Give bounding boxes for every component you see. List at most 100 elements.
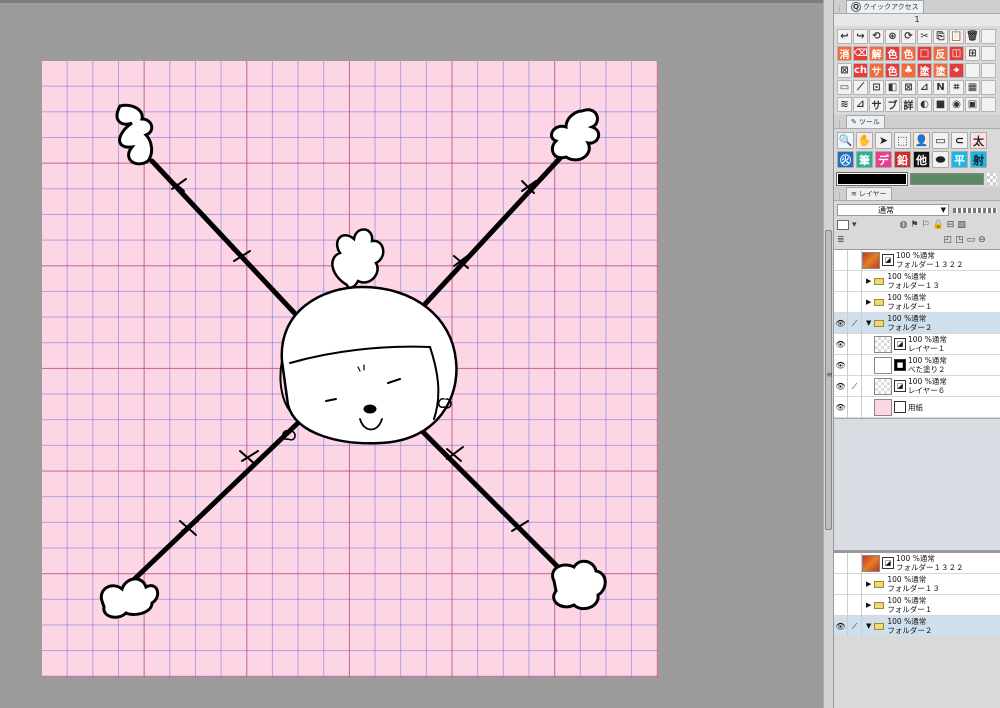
- tool-button[interactable]: 👤: [913, 132, 930, 149]
- quick-access-button[interactable]: ⌗: [949, 80, 964, 95]
- tool-button[interactable]: 太: [970, 132, 987, 149]
- sub-color-swatch[interactable]: [910, 173, 985, 185]
- quick-access-button[interactable]: ⊿: [917, 80, 932, 95]
- tool-button[interactable]: 筆: [856, 151, 873, 168]
- quick-access-button[interactable]: 塗: [933, 63, 948, 78]
- quick-access-button[interactable]: ↩: [837, 29, 852, 44]
- resize-grip-icon[interactable]: ≡: [826, 370, 833, 379]
- quick-access-button[interactable]: [981, 97, 996, 112]
- tool-button[interactable]: デ: [875, 151, 892, 168]
- eye-icon[interactable]: [834, 552, 848, 574]
- quick-access-button[interactable]: 色: [885, 46, 900, 61]
- layer-row[interactable]: ▶ 100 %通常 フォルダー１: [834, 291, 1000, 313]
- dropdown-icon[interactable]: ▾: [852, 220, 857, 230]
- lock-icon[interactable]: 🔒: [933, 220, 944, 230]
- quick-access-button[interactable]: ⟳: [901, 29, 916, 44]
- lock-alpha-icon[interactable]: ⊟: [947, 220, 955, 230]
- scrollbar-thumb[interactable]: [825, 230, 832, 530]
- tool-button[interactable]: 射: [970, 151, 987, 168]
- quick-access-button[interactable]: ◧: [885, 80, 900, 95]
- layer-row[interactable]: 👁 ◪ 100 %通常 レイヤー１: [834, 333, 1000, 355]
- layer-lock-cell[interactable]: ⟋: [848, 615, 862, 637]
- quick-access-button[interactable]: ⟋: [853, 80, 868, 95]
- quick-access-button[interactable]: ⊠: [901, 80, 916, 95]
- layer-lock-cell[interactable]: ⟋: [848, 375, 862, 397]
- quick-access-button[interactable]: ♣: [901, 63, 916, 78]
- quick-access-button[interactable]: ブ: [885, 97, 900, 112]
- eye-icon[interactable]: 👁: [834, 354, 848, 376]
- layer-row[interactable]: 👁 ⟋ ▼ 100 %通常 フォルダー２: [834, 615, 1000, 637]
- main-color-swatch[interactable]: [835, 172, 909, 186]
- quick-access-button[interactable]: ◉: [949, 97, 964, 112]
- eye-icon[interactable]: 👁: [834, 333, 848, 355]
- tool-button[interactable]: ⊂: [951, 132, 968, 149]
- transparent-color-swatch[interactable]: [987, 173, 997, 185]
- mask-icon[interactable]: ▧: [957, 220, 966, 230]
- new-folder-icon[interactable]: ▭: [967, 235, 976, 245]
- expand-arrow-icon[interactable]: ▶: [866, 298, 871, 306]
- quick-access-button[interactable]: 反: [933, 46, 948, 61]
- tool-button[interactable]: ⬬: [932, 151, 949, 168]
- tab-quick-access[interactable]: Q クイックアクセス: [846, 0, 924, 13]
- quick-access-button[interactable]: ◐: [917, 97, 932, 112]
- quick-access-button[interactable]: ◫: [949, 46, 964, 61]
- palette-grip-icon[interactable]: ⋮: [836, 120, 846, 128]
- clip-icon[interactable]: ◍: [900, 220, 908, 230]
- quick-access-button[interactable]: ⟲: [869, 29, 884, 44]
- layer-lock-cell[interactable]: [848, 594, 862, 616]
- quick-access-button[interactable]: 消: [837, 46, 852, 61]
- layer-lock-cell[interactable]: [848, 354, 862, 376]
- layer-lock-cell[interactable]: ⟋: [848, 312, 862, 334]
- quick-access-button[interactable]: ⊞: [965, 46, 980, 61]
- quick-access-button[interactable]: ⊕: [885, 29, 900, 44]
- new-vector-icon[interactable]: ◳: [955, 235, 964, 245]
- quick-access-set-number[interactable]: 1: [834, 14, 1000, 26]
- canvas-paper[interactable]: [42, 61, 658, 677]
- quick-access-button[interactable]: 塗: [917, 63, 932, 78]
- palette-grip-icon[interactable]: ⋮: [836, 5, 846, 13]
- tool-button[interactable]: 他: [913, 151, 930, 168]
- layer-lock-cell[interactable]: [848, 291, 862, 313]
- quick-access-button[interactable]: ↪: [853, 29, 868, 44]
- opacity-slider[interactable]: [953, 207, 997, 213]
- delete-layer-icon[interactable]: ⊖: [978, 235, 986, 245]
- quick-access-button[interactable]: ⊿: [853, 97, 868, 112]
- canvas-workspace[interactable]: [0, 0, 823, 708]
- quick-access-button[interactable]: 詳: [901, 97, 916, 112]
- tool-button[interactable]: ➤: [875, 132, 892, 149]
- quick-access-button[interactable]: 解: [869, 46, 884, 61]
- tool-button[interactable]: ✋: [856, 132, 873, 149]
- palette-grip-icon[interactable]: ⋮: [836, 192, 846, 200]
- reference-icon[interactable]: ⚑: [910, 220, 918, 230]
- quick-access-button[interactable]: ≋: [837, 97, 852, 112]
- quick-access-button[interactable]: 色: [901, 46, 916, 61]
- quick-access-button[interactable]: ■: [933, 97, 948, 112]
- quick-access-button[interactable]: サ: [869, 63, 884, 78]
- quick-access-button[interactable]: ✂: [917, 29, 932, 44]
- quick-access-button[interactable]: ▣: [965, 97, 980, 112]
- quick-access-button[interactable]: [981, 80, 996, 95]
- quick-access-button[interactable]: □: [917, 46, 932, 61]
- quick-access-button[interactable]: 📋: [949, 29, 964, 44]
- layer-row[interactable]: 👁 ■ 100 %通常 べた塗り２: [834, 354, 1000, 376]
- tab-layer[interactable]: ≋ レイヤー: [846, 187, 892, 200]
- quick-access-button[interactable]: [981, 29, 996, 44]
- layer-row[interactable]: 👁 用紙: [834, 396, 1000, 418]
- expand-arrow-icon[interactable]: ▶: [866, 277, 871, 285]
- tool-button[interactable]: 鉛: [894, 151, 911, 168]
- collapse-arrow-icon[interactable]: ▼: [866, 622, 871, 630]
- quick-access-button[interactable]: [981, 63, 996, 78]
- quick-access-button[interactable]: サ: [869, 97, 884, 112]
- layer-lock-cell[interactable]: [848, 270, 862, 292]
- layer-list-icon[interactable]: ≣: [837, 235, 845, 245]
- expand-arrow-icon[interactable]: ▶: [866, 580, 871, 588]
- layer-lock-cell[interactable]: [848, 552, 862, 574]
- quick-access-button[interactable]: N: [933, 80, 948, 95]
- new-raster-icon[interactable]: ◰: [944, 235, 953, 245]
- quick-access-button[interactable]: 🗑: [965, 29, 980, 44]
- layer-lock-cell[interactable]: [848, 396, 862, 418]
- quick-access-button[interactable]: ⌖: [949, 63, 964, 78]
- eye-icon[interactable]: [834, 249, 848, 271]
- quick-access-button[interactable]: ch: [853, 63, 868, 78]
- tab-tool[interactable]: ✎ ツール: [846, 115, 885, 128]
